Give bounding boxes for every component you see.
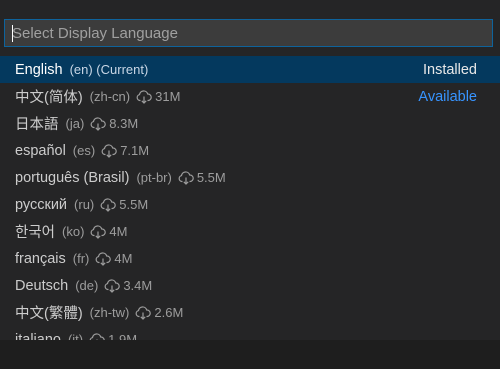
download-size: 3.4M: [123, 278, 153, 293]
language-code: (ru): [74, 197, 95, 212]
download-size: 5.5M: [196, 170, 226, 185]
language-name: português (Brasil): [15, 169, 130, 186]
language-name: 中文(简体): [15, 90, 83, 106]
download-size: 4M: [114, 251, 133, 266]
editor-background: [0, 340, 500, 369]
language-name: italiano: [15, 331, 61, 341]
language-name: English: [15, 61, 63, 78]
language-name: 中文(繁體): [15, 306, 83, 322]
language-option[interactable]: English (en) (Current) Installed: [0, 56, 500, 83]
download-size: 1.9M: [108, 332, 138, 340]
language-option[interactable]: italiano (it) 1.9M: [0, 326, 500, 340]
download-size: 5.5M: [119, 197, 149, 212]
download-size: 4M: [109, 224, 128, 239]
language-option[interactable]: español (es) 7.1M: [0, 137, 500, 164]
cloud-download-icon: [90, 224, 107, 239]
cloud-download-icon: [136, 89, 152, 104]
download-size: 7.1M: [120, 143, 150, 158]
download-size: 8.3M: [109, 116, 139, 131]
language-option[interactable]: français (fr) 4M: [0, 245, 500, 272]
cloud-download-icon: [90, 116, 107, 131]
language-code: (ja): [65, 116, 85, 131]
language-option[interactable]: 한국어 (ko) 4M: [0, 218, 500, 245]
language-list: English (en) (Current) Installed 中文(简体) (zh-…: [0, 56, 500, 340]
language-code: (fr): [72, 251, 90, 266]
language-option[interactable]: 日本語 (ja) 8.3M: [0, 110, 500, 137]
language-code: (pt-br): [136, 170, 172, 185]
language-option[interactable]: português (Brasil) (pt-br) 5.5M: [0, 164, 500, 191]
cloud-download-icon: [104, 278, 121, 293]
language-code: (en) (Current): [69, 62, 149, 77]
cloud-download-icon: [135, 305, 152, 320]
cloud-download-icon: [101, 143, 117, 158]
language-name: русский: [15, 196, 68, 213]
language-code: (ko): [62, 224, 85, 239]
download-size: 31M: [155, 89, 181, 104]
text-caret: [12, 25, 13, 42]
cloud-download-icon: [89, 332, 105, 340]
search-input[interactable]: [5, 20, 492, 46]
language-code: (es): [72, 143, 96, 158]
cloud-download-icon: [100, 197, 117, 212]
language-code: (de): [75, 278, 99, 293]
language-picker: English (en) (Current) Installed 中文(简体) (zh-…: [0, 0, 500, 340]
language-name: español: [15, 142, 66, 159]
language-name: français: [15, 250, 66, 267]
cloud-download-icon: [95, 251, 112, 266]
download-size: 2.6M: [154, 305, 184, 320]
installed-label: Installed: [422, 61, 477, 78]
language-code: (it): [67, 332, 84, 340]
language-option[interactable]: Deutsch (de) 3.4M: [0, 272, 500, 299]
language-option[interactable]: русский (ru) 5.5M: [0, 191, 500, 218]
cloud-download-icon: [178, 170, 194, 185]
language-option[interactable]: 中文(简体) (zh-cn) 31M Available: [0, 83, 500, 110]
language-code: (zh-cn): [89, 89, 131, 104]
language-name: 日本語: [15, 117, 59, 133]
language-code: (zh-tw): [89, 305, 130, 320]
language-name: 한국어: [15, 225, 56, 241]
language-option[interactable]: 中文(繁體) (zh-tw) 2.6M: [0, 299, 500, 326]
language-name: Deutsch: [15, 277, 69, 294]
available-label: Available: [418, 88, 477, 105]
search-field[interactable]: [4, 19, 493, 47]
